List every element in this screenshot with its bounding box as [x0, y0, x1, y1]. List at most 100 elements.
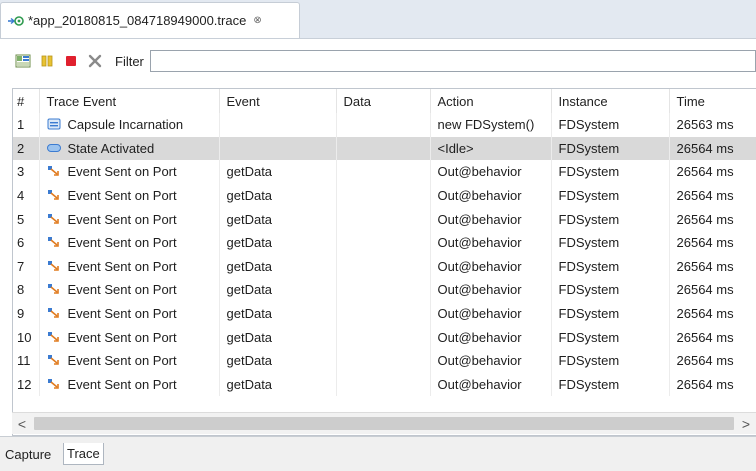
column-header-action[interactable]: Action [430, 89, 552, 113]
trace-editor-window: *app_20180815_084718949000.trace ⊗ Filte… [0, 0, 756, 471]
cell-action: Out@behavior [430, 301, 552, 326]
cell-event: getData [219, 301, 337, 326]
trace-table-container: # Trace Event Event Data Action Instance… [12, 88, 756, 436]
port-event-icon [47, 378, 61, 390]
cell-instance: FDSystem [551, 254, 670, 279]
cell-time: 26564 ms [669, 372, 756, 397]
cell-time: 26564 ms [669, 183, 756, 208]
cell-trace-event-label: Event Sent on Port [67, 235, 177, 251]
cell-trace-event-label: Event Sent on Port [67, 188, 177, 204]
cell-event: getData [219, 325, 337, 349]
tab-trace[interactable]: Trace [63, 443, 104, 465]
cell-trace-event: Event Sent on Port [39, 183, 220, 208]
cell-number: 6 [13, 230, 40, 255]
pause-icon[interactable] [39, 53, 55, 69]
capsule-icon [47, 118, 61, 130]
scroll-left-arrow[interactable]: < [12, 413, 32, 434]
column-header-trace-event[interactable]: Trace Event [39, 89, 220, 113]
table-row[interactable]: 10 Event Sent on Port getData Out@behavior F… [13, 325, 756, 349]
cell-number: 9 [13, 301, 40, 326]
cell-instance: FDSystem [551, 230, 670, 255]
cell-instance: FDSystem [551, 207, 670, 231]
cell-trace-event: Event Sent on Port [39, 230, 220, 255]
table-header-row: # Trace Event Event Data Action Instance… [13, 89, 756, 113]
cell-time: 26564 ms [669, 160, 756, 184]
cell-trace-event-label: Event Sent on Port [67, 164, 177, 180]
port-event-icon [47, 283, 61, 295]
cell-action: <Idle> [430, 136, 552, 161]
cell-number: 4 [13, 183, 40, 208]
cell-time: 26564 ms [669, 301, 756, 326]
cell-instance: FDSystem [551, 183, 670, 208]
bottom-tab-bar: Capture Trace [0, 436, 756, 471]
stop-icon[interactable] [63, 53, 79, 69]
close-icon[interactable]: ⊗ [253, 15, 261, 26]
table-row[interactable]: 3 Event Sent on Port getData Out@behavior FD… [13, 160, 756, 184]
cell-number: 1 [13, 113, 40, 137]
cell-action: new FDSystem() [430, 113, 552, 137]
cell-data [336, 160, 431, 184]
layout-icon[interactable] [15, 53, 31, 69]
horizontal-scrollbar[interactable]: < > [12, 412, 756, 434]
column-header-instance[interactable]: Instance [551, 89, 670, 113]
table-row[interactable]: 6 Event Sent on Port getData Out@behavior FD… [13, 230, 756, 255]
cell-data [336, 325, 431, 349]
cell-data [336, 254, 431, 279]
cell-event: getData [219, 183, 337, 208]
cell-time: 26564 ms [669, 254, 756, 279]
cell-action: Out@behavior [430, 230, 552, 255]
cell-instance: FDSystem [551, 278, 670, 302]
port-event-icon [47, 236, 61, 248]
table-row[interactable]: 8 Event Sent on Port getData Out@behavior FD… [13, 278, 756, 302]
cell-time: 26564 ms [669, 136, 756, 161]
table-row[interactable]: 11 Event Sent on Port getData Out@behavior F… [13, 348, 756, 373]
port-event-icon [47, 307, 61, 319]
cell-instance: FDSystem [551, 325, 670, 349]
cell-trace-event: Event Sent on Port [39, 301, 220, 326]
table-row[interactable]: 4 Event Sent on Port getData Out@behavior FD… [13, 183, 756, 208]
table-row[interactable]: 12 Event Sent on Port getData Out@behavior F… [13, 372, 756, 397]
cell-time: 26564 ms [669, 348, 756, 373]
cell-trace-event-label: Event Sent on Port [67, 353, 177, 369]
port-event-icon [47, 260, 61, 272]
trace-table-body: 1 Capsule Incarnation new FDSystem() FDSyst… [13, 113, 756, 397]
column-header-time[interactable]: Time [669, 89, 756, 113]
cell-instance: FDSystem [551, 372, 670, 397]
trace-toolbar: Filter [0, 39, 756, 83]
cell-number: 7 [13, 254, 40, 279]
cell-number: 5 [13, 207, 40, 231]
cell-number: 12 [13, 372, 40, 397]
cell-trace-event: Event Sent on Port [39, 325, 220, 349]
cell-action: Out@behavior [430, 254, 552, 279]
scrollbar-thumb[interactable] [34, 417, 734, 430]
cell-number: 10 [13, 325, 40, 349]
column-header-event[interactable]: Event [219, 89, 337, 113]
cell-time: 26564 ms [669, 207, 756, 231]
cell-data [336, 230, 431, 255]
cell-trace-event: State Activated [39, 136, 220, 161]
table-row[interactable]: 7 Event Sent on Port getData Out@behavior FD… [13, 254, 756, 279]
tab-capture[interactable]: Capture [2, 443, 54, 465]
column-header-data[interactable]: Data [336, 89, 431, 113]
editor-tab-trace-file[interactable]: *app_20180815_084718949000.trace ⊗ [0, 2, 300, 38]
cell-instance: FDSystem [551, 136, 670, 161]
table-row[interactable]: 5 Event Sent on Port getData Out@behavior FD… [13, 207, 756, 231]
cell-event: getData [219, 348, 337, 373]
cell-trace-event-label: Event Sent on Port [67, 258, 177, 274]
cell-number: 11 [13, 348, 40, 373]
table-row[interactable]: 9 Event Sent on Port getData Out@behavior FD… [13, 301, 756, 326]
table-row[interactable]: 1 Capsule Incarnation new FDSystem() FDSyst… [13, 113, 756, 137]
cell-time: 26564 ms [669, 325, 756, 349]
cell-instance: FDSystem [551, 301, 670, 326]
table-row[interactable]: 2 State Activated <Idle> FDSystem 26564 ms [13, 136, 756, 161]
cell-event: getData [219, 230, 337, 255]
cell-event: getData [219, 372, 337, 397]
port-event-icon [47, 189, 61, 201]
cell-event: getData [219, 207, 337, 231]
cell-trace-event-label: Capsule Incarnation [67, 117, 184, 133]
clear-icon[interactable] [87, 53, 103, 69]
filter-input[interactable] [149, 50, 756, 72]
cell-trace-event-label: State Activated [67, 140, 155, 156]
scroll-right-arrow[interactable]: > [736, 413, 756, 434]
column-header-number[interactable]: # [13, 89, 40, 113]
